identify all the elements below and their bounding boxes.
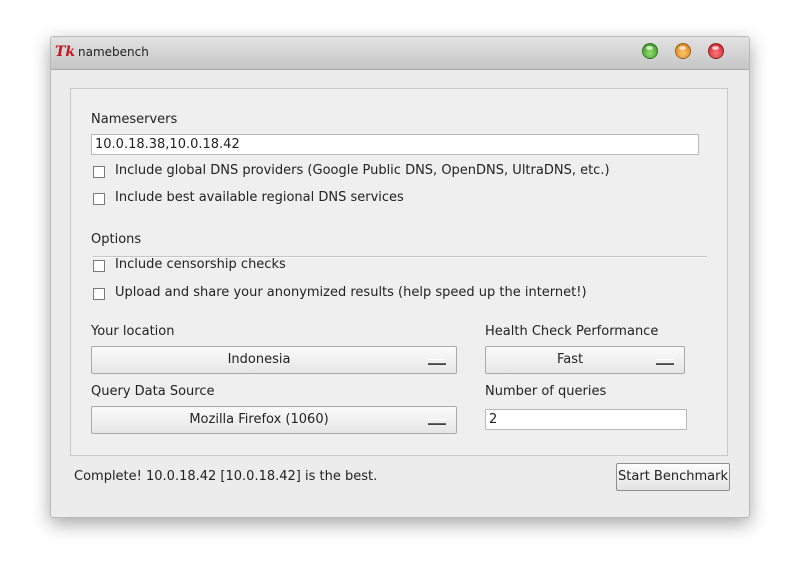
tk-feather-icon: Tk <box>55 44 76 60</box>
nameservers-input[interactable] <box>91 134 699 155</box>
minimize-button[interactable] <box>675 43 691 59</box>
upload-results-checkbox[interactable] <box>93 288 105 300</box>
window-title: namebench <box>78 45 149 59</box>
status-text: Complete! 10.0.18.42 [10.0.18.42] is the… <box>74 469 378 484</box>
include-regional-checkbox[interactable] <box>93 193 105 205</box>
settings-group: Nameservers Include global DNS providers… <box>70 88 728 456</box>
censorship-checkbox[interactable] <box>93 260 105 272</box>
nameservers-heading: Nameservers <box>91 112 178 127</box>
health-check-value: Fast <box>556 352 584 367</box>
query-source-label: Query Data Source <box>91 384 215 399</box>
app-window: Tk namebench Nameservers Include global … <box>50 36 750 518</box>
upload-results-label: Upload and share your anonymized results… <box>115 285 587 300</box>
censorship-label: Include censorship checks <box>115 257 286 272</box>
health-check-dropdown[interactable]: Fast <box>485 346 685 374</box>
location-value: Indonesia <box>227 352 291 367</box>
query-source-dropdown[interactable]: Mozilla Firefox (1060) <box>91 406 457 434</box>
num-queries-label: Number of queries <box>485 384 607 399</box>
location-label: Your location <box>91 324 175 339</box>
dropdown-indicator-icon <box>656 359 674 364</box>
options-heading: Options <box>91 232 142 247</box>
zoom-button[interactable] <box>642 43 658 59</box>
start-benchmark-button[interactable]: Start Benchmark <box>616 463 730 491</box>
health-check-label: Health Check Performance <box>485 324 659 339</box>
dropdown-indicator-icon <box>428 359 446 364</box>
location-dropdown[interactable]: Indonesia <box>91 346 457 374</box>
query-source-value: Mozilla Firefox (1060) <box>189 412 329 427</box>
include-regional-label: Include best available regional DNS serv… <box>115 190 404 205</box>
close-button[interactable] <box>708 43 724 59</box>
dropdown-indicator-icon <box>428 419 446 424</box>
num-queries-input[interactable] <box>485 409 687 430</box>
include-global-checkbox[interactable] <box>93 166 105 178</box>
include-global-label: Include global DNS providers (Google Pub… <box>115 163 610 178</box>
title-bar[interactable]: Tk namebench <box>51 37 749 70</box>
